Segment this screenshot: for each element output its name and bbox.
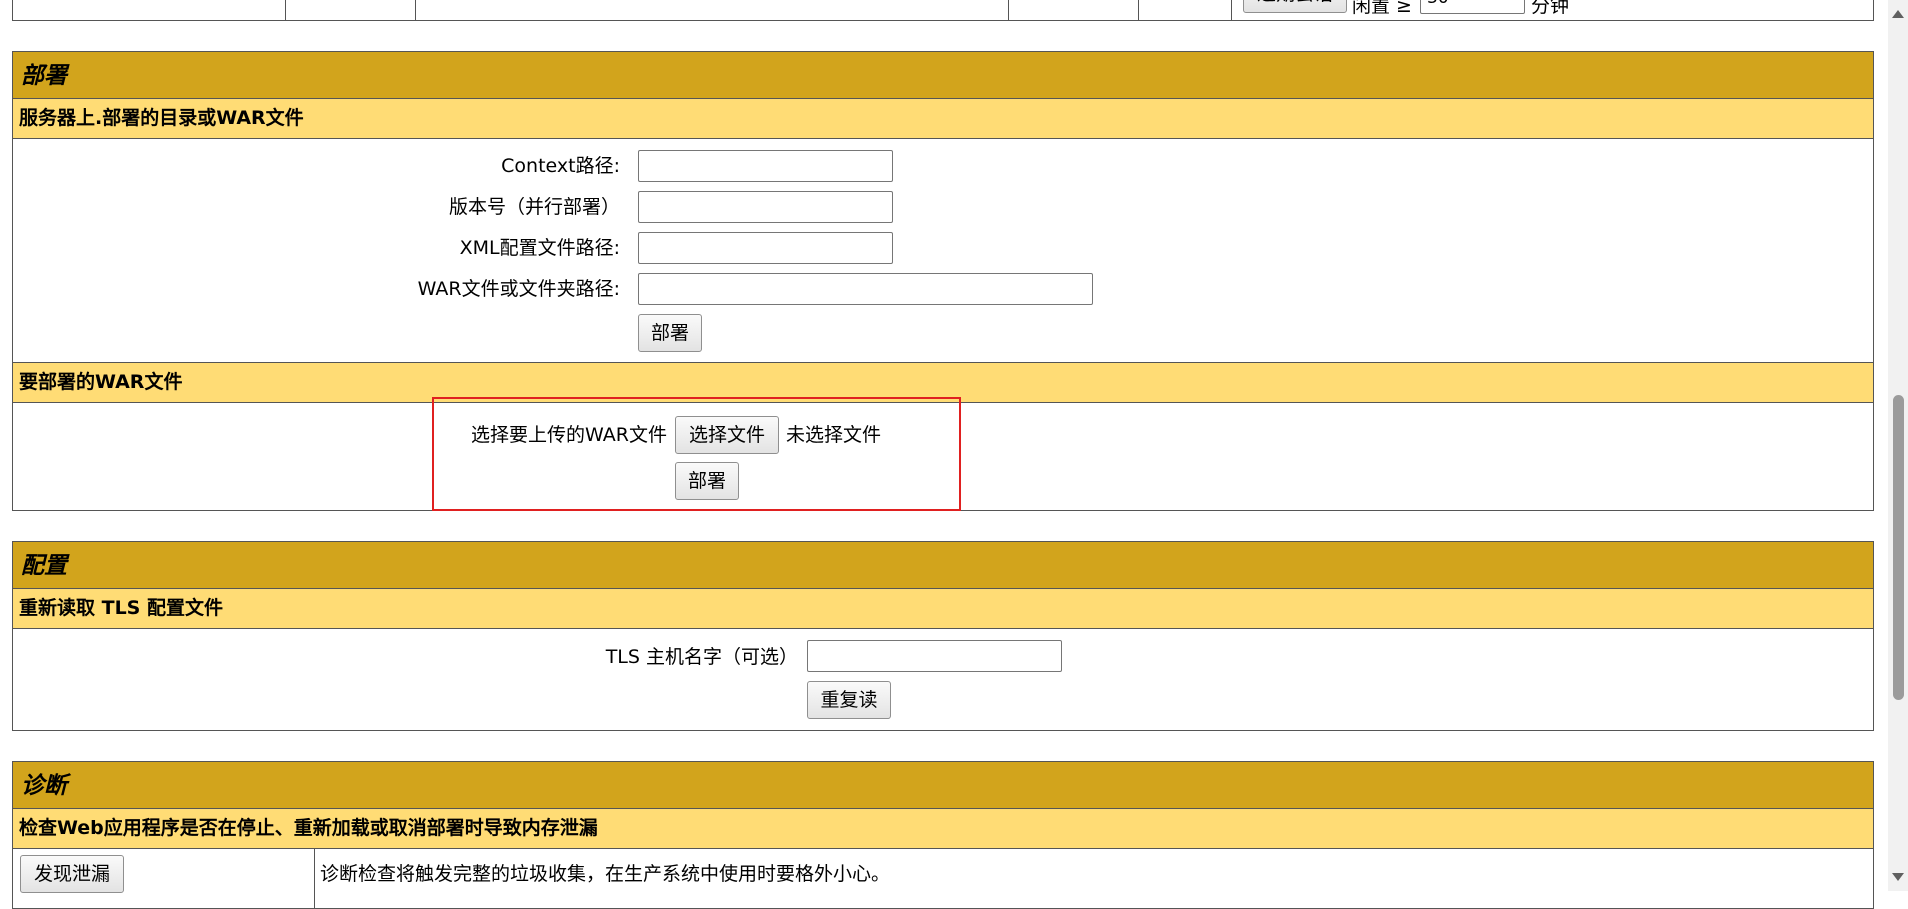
idle-label: 闲置 ≥ — [1352, 0, 1412, 17]
context-path-input[interactable] — [638, 150, 893, 182]
tls-reload-title: 重新读取 TLS 配置文件 — [19, 597, 223, 619]
config-section-header: 配置 — [12, 541, 1874, 589]
table-cell-divider — [314, 849, 315, 909]
scrollbar-thumb[interactable] — [1893, 395, 1904, 700]
find-leaks-button[interactable]: 发现泄漏 — [20, 855, 124, 893]
table-cell-divider — [1138, 0, 1139, 21]
server-deploy-form — [12, 139, 1874, 363]
tls-reload-button[interactable]: 重复读 — [807, 681, 891, 719]
expire-sessions-button[interactable]: 过期会话 — [1243, 0, 1347, 13]
version-label: 版本号（并行部署） — [448, 196, 620, 218]
xml-config-input[interactable] — [638, 232, 893, 264]
scroll-down-icon[interactable] — [1892, 873, 1904, 881]
diagnostics-section-header: 诊断 — [12, 761, 1874, 809]
server-deploy-button[interactable]: 部署 — [638, 314, 702, 352]
table-cell-divider — [285, 0, 286, 21]
xml-config-label: XML配置文件路径: — [459, 237, 620, 259]
diagnostics-section-title: 诊断 — [21, 773, 67, 799]
config-section-title: 配置 — [21, 553, 67, 579]
sessions-table-partial-row — [12, 0, 1874, 21]
tls-reload-subheader: 重新读取 TLS 配置文件 — [12, 589, 1874, 629]
idle-minutes-input[interactable]: 30 — [1420, 0, 1525, 14]
minutes-label: 分钟 — [1531, 0, 1570, 17]
server-deploy-subheader: 服务器上.部署的目录或WAR文件 — [12, 99, 1874, 139]
tls-host-label: TLS 主机名字（可选） — [605, 646, 798, 668]
context-path-label: Context路径: — [501, 155, 620, 177]
version-input[interactable] — [638, 191, 893, 223]
memory-leak-subheader: 检查Web应用程序是否在停止、重新加载或取消部署时导致内存泄漏 — [12, 809, 1874, 849]
deploy-section-title: 部署 — [21, 63, 67, 89]
deploy-section-header: 部署 — [12, 51, 1874, 99]
war-path-input[interactable] — [638, 273, 1093, 305]
server-deploy-title: 服务器上.部署的目录或WAR文件 — [19, 107, 304, 129]
scroll-up-icon[interactable] — [1892, 10, 1904, 18]
table-cell-divider — [1231, 0, 1232, 21]
memory-leak-title: 检查Web应用程序是否在停止、重新加载或取消部署时导致内存泄漏 — [19, 817, 598, 839]
highlight-box — [432, 397, 961, 511]
vertical-scrollbar[interactable] — [1888, 0, 1908, 891]
tls-host-input[interactable] — [807, 640, 1062, 672]
upload-war-title: 要部署的WAR文件 — [19, 371, 183, 393]
war-path-label: WAR文件或文件夹路径: — [417, 278, 620, 300]
table-cell-divider — [1008, 0, 1009, 21]
leak-check-description: 诊断检查将触发完整的垃圾收集，在生产系统中使用时要格外小心。 — [320, 863, 891, 885]
memory-leak-row — [12, 849, 1874, 909]
table-cell-divider — [415, 0, 416, 21]
